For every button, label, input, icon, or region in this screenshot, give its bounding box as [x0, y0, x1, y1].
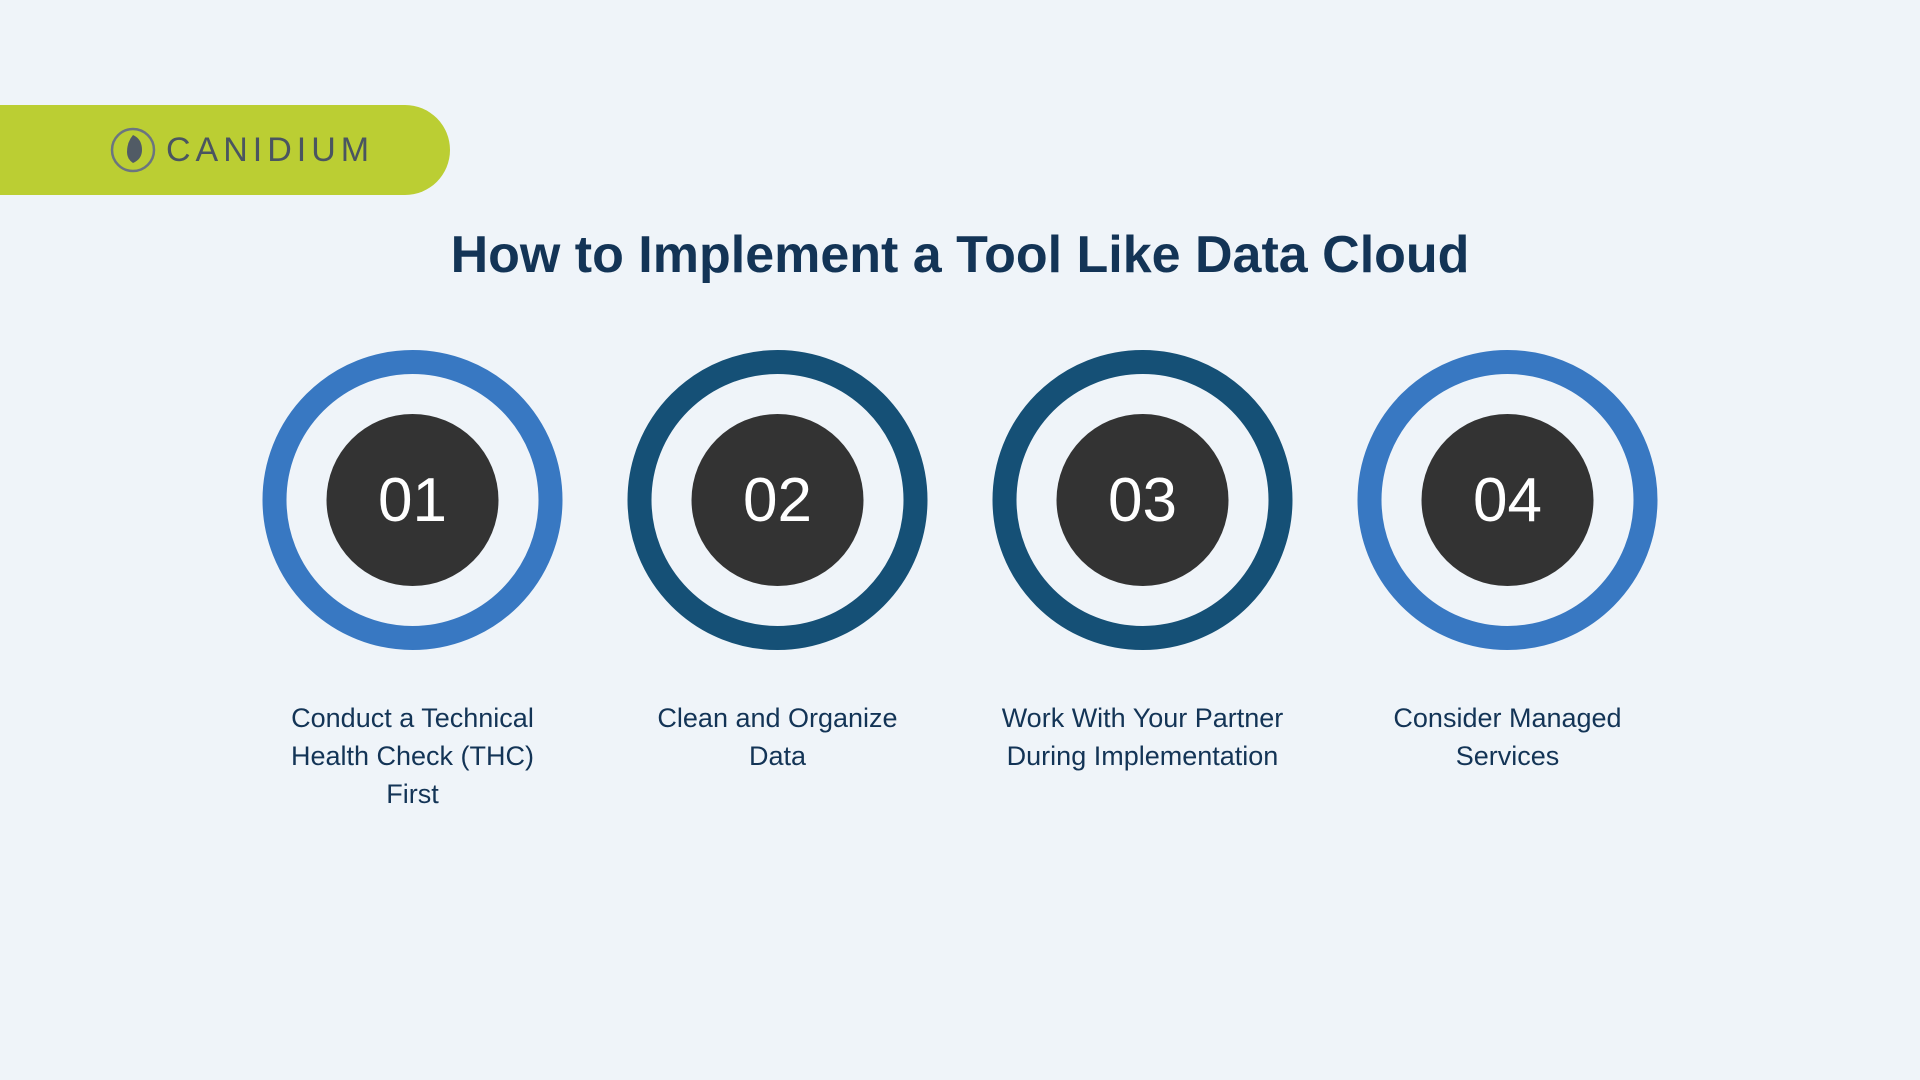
step-number: 02 — [743, 465, 812, 536]
step-number: 01 — [378, 465, 447, 536]
step-01: 01 Conduct a Technical Health Check (THC… — [263, 350, 563, 813]
step-label: Consider Managed Services — [1363, 700, 1653, 776]
step-circle-outer: 01 — [263, 350, 563, 650]
step-circle-inner: 01 — [327, 414, 499, 586]
step-label: Clean and Organize Data — [633, 700, 923, 776]
brand-logo: CANIDIUM — [110, 127, 374, 173]
brand-name: CANIDIUM — [166, 131, 374, 170]
step-circle-outer: 04 — [1358, 350, 1658, 650]
step-number: 03 — [1108, 465, 1177, 536]
steps-container: 01 Conduct a Technical Health Check (THC… — [263, 350, 1658, 813]
step-03: 03 Work With Your Partner During Impleme… — [993, 350, 1293, 813]
step-circle-outer: 03 — [993, 350, 1293, 650]
step-label: Work With Your Partner During Implementa… — [998, 700, 1288, 776]
step-circle-inner: 03 — [1057, 414, 1229, 586]
step-number: 04 — [1473, 465, 1542, 536]
step-circle-inner: 04 — [1422, 414, 1594, 586]
brand-pill: CANIDIUM — [0, 105, 450, 195]
page-title: How to Implement a Tool Like Data Cloud — [0, 225, 1920, 285]
canidium-logo-icon — [110, 127, 156, 173]
step-04: 04 Consider Managed Services — [1358, 350, 1658, 813]
step-circle-outer: 02 — [628, 350, 928, 650]
step-02: 02 Clean and Organize Data — [628, 350, 928, 813]
step-circle-inner: 02 — [692, 414, 864, 586]
step-label: Conduct a Technical Health Check (THC) F… — [268, 700, 558, 813]
